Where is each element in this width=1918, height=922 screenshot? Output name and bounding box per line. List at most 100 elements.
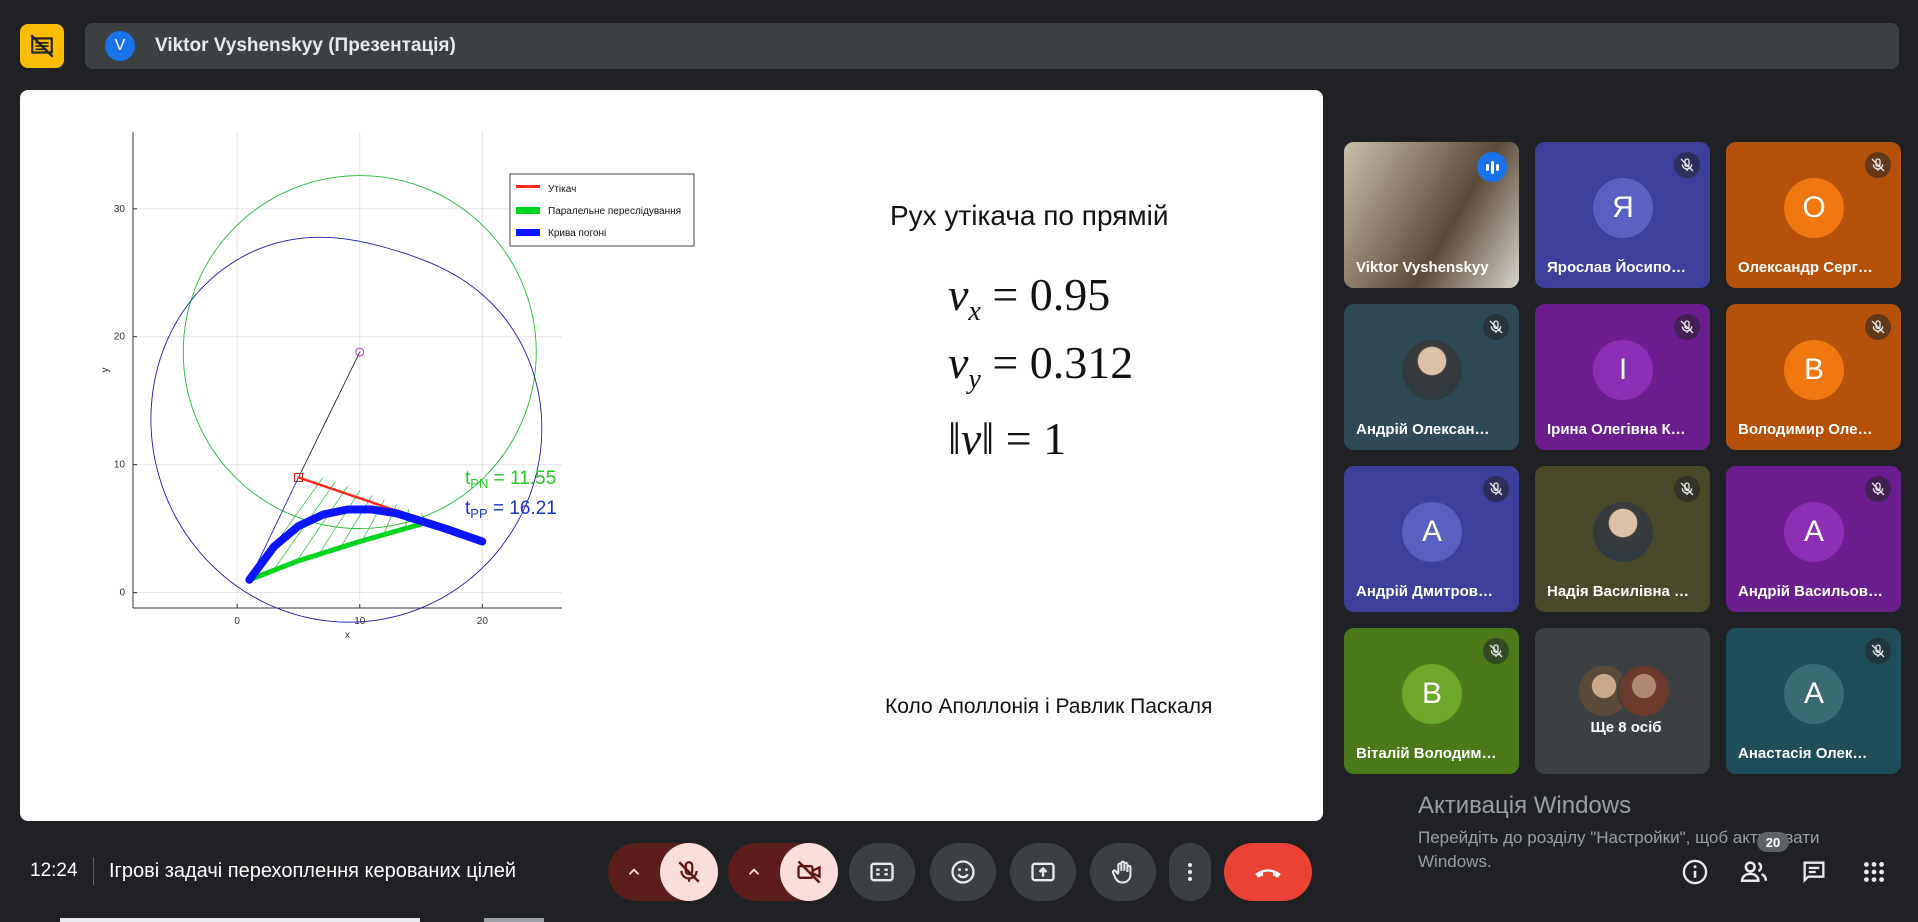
captions-button[interactable] (849, 843, 915, 901)
mic-off-icon (1865, 476, 1891, 502)
participant-name: Ярослав Йосипо… (1547, 259, 1687, 276)
mic-off-icon (1674, 152, 1700, 178)
mic-off-icon (1674, 476, 1700, 502)
legend-label: Паралельне переслідування (548, 206, 681, 217)
participant-tile[interactable]: О Олександр Серг… (1726, 142, 1901, 288)
participant-name: Андрій Олексан… (1356, 421, 1490, 438)
participant-tile[interactable]: А Андрій Дмитров… (1344, 466, 1519, 612)
emoji-button[interactable] (930, 843, 996, 901)
formula-vy: vy = 0.312 (948, 337, 1134, 396)
presentation-slide: 0 10 20 0 10 20 30 x y Утікач Паралельне пересліду… (20, 90, 1323, 821)
legend: Утікач Паралельне переслідування Крива пог… (509, 173, 695, 247)
presenter-name: Viktor Vyshenskyy (Презентація) (155, 35, 456, 56)
meeting-title: Ігрові задачі перехоплення керованих ціл… (109, 860, 517, 882)
participant-tile[interactable]: Ще 8 осіб (1535, 628, 1710, 774)
mic-off-icon (1865, 638, 1891, 664)
mic-off-icon (1865, 314, 1891, 340)
participant-count-badge: 20 (1757, 832, 1789, 852)
avatar (1617, 664, 1671, 718)
avatar: О (1784, 178, 1844, 238)
series-line (245, 505, 487, 584)
x-axis-label: x (345, 630, 350, 641)
more-options-button[interactable] (1169, 843, 1211, 901)
participant-name: Володимир Оле… (1738, 421, 1873, 438)
participant-tile[interactable]: Я Ярослав Йосипо… (1535, 142, 1710, 288)
slide-caption: Коло Аполлонія і Равлик Паскаля (885, 695, 1213, 718)
legend-label: Крива погоні (548, 228, 606, 239)
time-annotation: tPP = 16.21 (465, 498, 557, 521)
y-tick-label: 10 (114, 460, 126, 471)
mic-off-icon (1483, 314, 1509, 340)
y-tick-label: 20 (114, 332, 126, 343)
avatar: А (1784, 502, 1844, 562)
raise-hand-button[interactable] (1090, 843, 1156, 901)
y-axis-label: y (100, 368, 111, 373)
participant-name: Віталій Володим… (1356, 745, 1497, 762)
participant-tile[interactable]: В Віталій Володим… (1344, 628, 1519, 774)
chart: 0 10 200102030xyУтікачПаралельне пересліду… (100, 132, 695, 641)
participant-name: Viktor Vyshenskyy (1356, 259, 1489, 276)
y-tick-label: 30 (114, 204, 126, 215)
hangup-icon (1255, 869, 1281, 878)
formula-norm: ‖v‖ = 1 (948, 413, 1067, 464)
activities-button[interactable] (1858, 856, 1890, 888)
info-icon (1682, 859, 1708, 885)
presenter-bar[interactable]: V Viktor Vyshenskyy (Презентація) (85, 23, 1899, 69)
participant-tile[interactable]: А Анастасія Олек… (1726, 628, 1901, 774)
camera-toggle-button[interactable] (780, 843, 838, 901)
participant-name: Анастасія Олек… (1738, 745, 1868, 762)
mic-control-group (608, 843, 718, 901)
windows-activation-text: Перейдіть до розділу "Настройки", щоб ак… (1418, 828, 1820, 871)
divider (93, 857, 94, 885)
participant-name: Олександр Серг… (1738, 259, 1873, 276)
people-icon (1740, 861, 1768, 882)
meeting-info-button[interactable] (1679, 856, 1711, 888)
mic-options-button[interactable] (608, 843, 660, 901)
y-tick-label: 0 (119, 588, 125, 599)
participant-tile[interactable]: А Андрій Васильов… (1726, 466, 1901, 612)
participant-tile[interactable]: Надія Василівна … (1535, 466, 1710, 612)
bottom-strip (60, 918, 420, 922)
presentation-off-icon[interactable] (20, 24, 64, 68)
participant-tile[interactable]: В Володимир Оле… (1726, 304, 1901, 450)
participant-name: Ірина Олегівна К… (1547, 421, 1686, 438)
emoji-icon (951, 860, 975, 884)
legend-swatch (516, 185, 540, 188)
participant-name: Андрій Васильов… (1738, 583, 1884, 600)
legend-swatch (516, 207, 540, 214)
slide-title: Рух утікача по прямій (890, 200, 1169, 231)
center-line (298, 351, 361, 478)
camera-off-icon (797, 860, 821, 884)
mic-off-icon (1674, 314, 1700, 340)
avatar: А (1402, 502, 1462, 562)
clock: 12:24 (30, 860, 78, 881)
participant-tile[interactable]: І Ірина Олегівна К… (1535, 304, 1710, 450)
leave-call-button[interactable] (1224, 843, 1312, 901)
participant-tile[interactable]: Андрій Олексан… (1344, 304, 1519, 450)
captions-icon (870, 862, 894, 882)
windows-activation-title: Активація Windows (1418, 792, 1632, 819)
mic-toggle-button[interactable] (660, 843, 718, 901)
mic-off-icon (1865, 152, 1891, 178)
participant-tile[interactable]: Viktor Vyshenskyy (1344, 142, 1519, 288)
speaking-indicator-icon (1477, 152, 1507, 182)
chevron-up-icon (748, 868, 760, 875)
mic-off-icon (678, 861, 700, 883)
avatar: Я (1593, 178, 1653, 238)
mic-off-icon (1483, 638, 1509, 664)
avatar: А (1784, 664, 1844, 724)
x-tick-label: 0 (234, 616, 240, 627)
chevron-up-icon (628, 868, 640, 875)
participant-name: Ще 8 осіб (1590, 719, 1662, 736)
bottom-strip (484, 918, 544, 922)
time-annotation: tPN = 11.55 (465, 468, 556, 491)
legend-swatch (516, 229, 540, 236)
camera-control-group (728, 843, 838, 901)
more-vert-icon (1188, 863, 1192, 881)
chat-button[interactable] (1798, 856, 1830, 888)
camera-options-button[interactable] (728, 843, 780, 901)
participant-name: Надія Василівна … (1547, 583, 1690, 600)
present-button[interactable] (1010, 843, 1076, 901)
x-tick-label: 20 (477, 616, 489, 627)
people-button[interactable] (1738, 856, 1770, 888)
